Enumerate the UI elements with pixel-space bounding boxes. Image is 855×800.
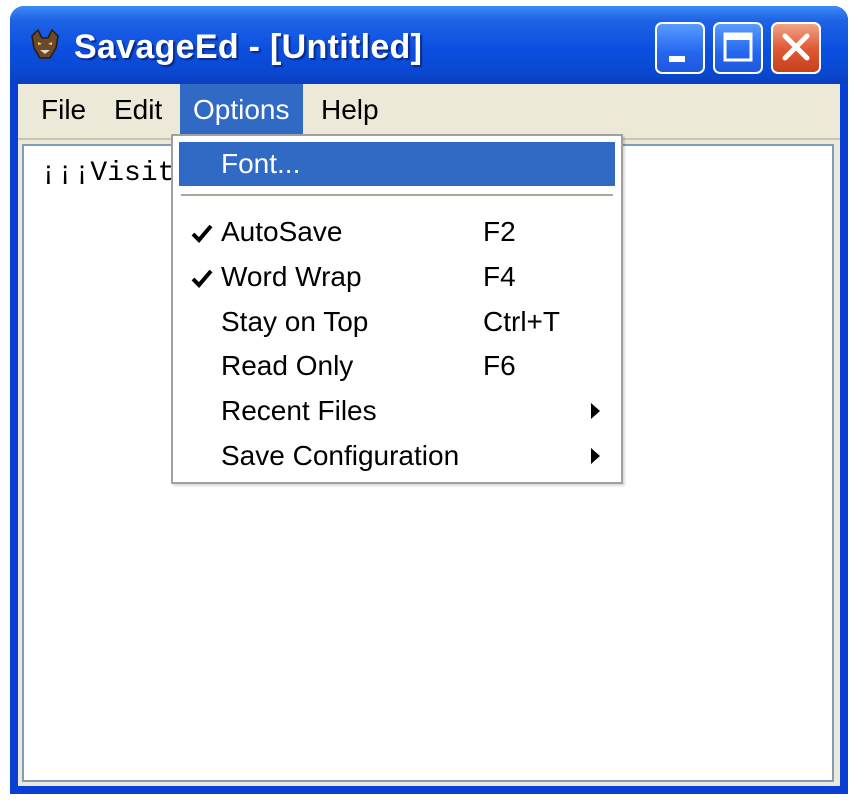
menu-item-word-wrap[interactable]: Word Wrap F4 (179, 255, 615, 299)
menu-item-label: AutoSave (221, 216, 343, 247)
app-icon[interactable] (28, 28, 62, 62)
maximize-icon (723, 32, 753, 62)
menu-options[interactable]: Options (180, 84, 303, 136)
menu-item-label: Word Wrap (221, 261, 362, 292)
minimize-button[interactable] (655, 22, 705, 74)
menu-item-shortcut: F2 (483, 216, 516, 247)
maximize-button[interactable] (713, 22, 763, 74)
menu-item-shortcut: F6 (483, 350, 516, 381)
menu-item-shortcut: F4 (483, 261, 516, 292)
checkmark-icon (191, 224, 213, 243)
checkmark-icon (191, 269, 213, 288)
menu-item-save-configuration[interactable]: Save Configuration (179, 434, 615, 478)
editor-content[interactable]: ¡¡¡Visit (40, 158, 174, 189)
menu-item-label: Font... (221, 148, 301, 179)
menu-item-font[interactable]: Font... (179, 142, 615, 186)
options-dropdown-menu: Font... AutoSave F2 Word Wrap F4 Stay on… (171, 134, 623, 484)
menu-item-read-only[interactable]: Read Only F6 (179, 344, 615, 388)
menu-separator (181, 194, 613, 198)
menu-item-shortcut: Ctrl+T (483, 306, 560, 337)
menu-item-label: Recent Files (221, 395, 377, 426)
close-button[interactable] (771, 22, 821, 74)
menu-item-label: Read Only (221, 350, 354, 381)
menu-edit[interactable]: Edit (101, 84, 175, 136)
menu-item-autosave[interactable]: AutoSave F2 (179, 210, 615, 254)
title-bar[interactable]: SavageEd - [Untitled] (10, 6, 848, 84)
window-title: SavageEd - [Untitled] (74, 28, 423, 66)
menu-help[interactable]: Help (308, 84, 392, 136)
menu-item-stay-on-top[interactable]: Stay on Top Ctrl+T (179, 300, 615, 344)
menu-item-recent-files[interactable]: Recent Files (179, 389, 615, 433)
submenu-arrow-icon (591, 403, 600, 419)
submenu-arrow-icon (591, 448, 600, 464)
menu-bar: File Edit Options Help (18, 84, 840, 140)
menu-file[interactable]: File (28, 84, 99, 136)
close-icon (782, 33, 810, 61)
menu-item-label: Stay on Top (221, 306, 369, 337)
menu-item-label: Save Configuration (221, 440, 460, 471)
minimize-icon (669, 56, 685, 62)
